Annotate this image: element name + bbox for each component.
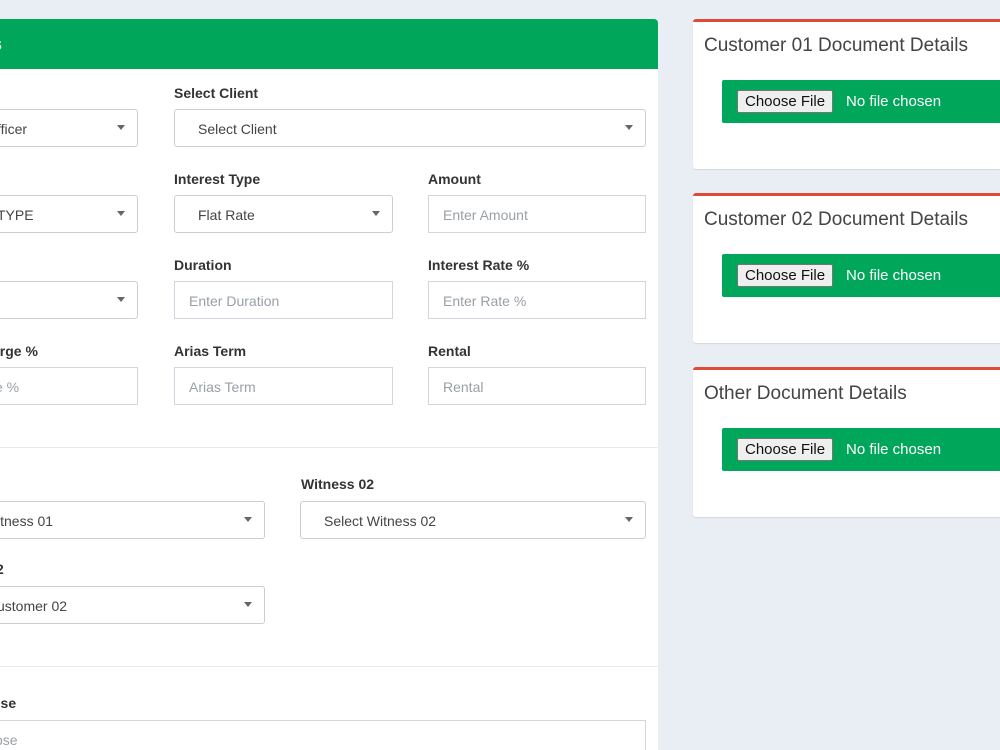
interest-type-select[interactable]: Flat Rate [174, 195, 393, 233]
chevron-down-icon [372, 211, 380, 216]
rental-label: Rental [428, 343, 471, 359]
amount-input[interactable]: Enter Amount [428, 195, 646, 233]
duration-input[interactable]: Enter Duration [174, 281, 393, 319]
customer02-document-title: Customer 02 Document Details [704, 209, 968, 230]
choose-file-button[interactable]: Choose File [737, 438, 834, 461]
rental-input[interactable]: Rental [428, 367, 646, 405]
witness01-select[interactable]: itness 01 [0, 501, 265, 539]
chevron-down-icon [117, 211, 125, 216]
witness02-label: Witness 02 [301, 476, 375, 492]
interest-rate-label: Interest Rate % [428, 257, 530, 273]
customer02-file-input[interactable]: Choose File No file chosen [722, 254, 1000, 297]
chevron-down-icon [244, 602, 252, 607]
client-select[interactable]: Select Client [174, 109, 646, 147]
customer02-document-card: Customer 02 Document Details Choose File… [693, 193, 1000, 343]
purpose-input[interactable]: ose [0, 720, 646, 750]
witness02-select[interactable]: Select Witness 02 [300, 501, 646, 539]
form-header-title: s [0, 34, 2, 55]
charge-input[interactable]: e % [0, 367, 138, 405]
arias-term-label: Arias Term [174, 343, 247, 359]
col1-row3-select[interactable] [0, 281, 138, 319]
file-status: No file chosen [846, 267, 942, 284]
chevron-down-icon [625, 517, 633, 522]
duration-label: Duration [174, 257, 232, 273]
file-status: No file chosen [846, 441, 942, 458]
chevron-down-icon [625, 125, 633, 130]
customer01-document-card: Customer 01 Document Details Choose File… [693, 19, 1000, 169]
other-document-card: Other Document Details Choose File No fi… [693, 367, 1000, 517]
purpose-label: ose [0, 695, 17, 711]
chevron-down-icon [117, 125, 125, 130]
choose-file-button[interactable]: Choose File [737, 264, 834, 287]
form-header: s [0, 19, 658, 69]
loan-type-select[interactable]: TYPE [0, 195, 138, 233]
section-divider [0, 666, 658, 667]
chevron-down-icon [117, 297, 125, 302]
officer-select[interactable]: fficer [0, 109, 138, 147]
customer01-document-title: Customer 01 Document Details [704, 35, 968, 56]
loan-form-card: s r fficer Select Client Select Client T… [0, 19, 658, 750]
other-file-input[interactable]: Choose File No file chosen [722, 428, 1000, 471]
choose-file-button[interactable]: Choose File [737, 90, 834, 113]
section-divider [0, 447, 658, 448]
page: s r fficer Select Client Select Client T… [0, 0, 1000, 750]
file-status: No file chosen [846, 93, 942, 110]
arias-term-input[interactable]: Arias Term [174, 367, 393, 405]
customer02-select[interactable]: ustomer 02 [0, 586, 265, 624]
interest-rate-input[interactable]: Enter Rate % [428, 281, 646, 319]
interest-type-label: Interest Type [174, 171, 261, 187]
customer02-label: 2 [0, 561, 4, 577]
chevron-down-icon [244, 517, 252, 522]
other-document-title: Other Document Details [704, 383, 907, 404]
customer01-file-input[interactable]: Choose File No file chosen [722, 80, 1000, 123]
select-client-label: Select Client [174, 85, 259, 101]
charge-label: arge % [0, 343, 38, 359]
amount-label: Amount [428, 171, 481, 187]
